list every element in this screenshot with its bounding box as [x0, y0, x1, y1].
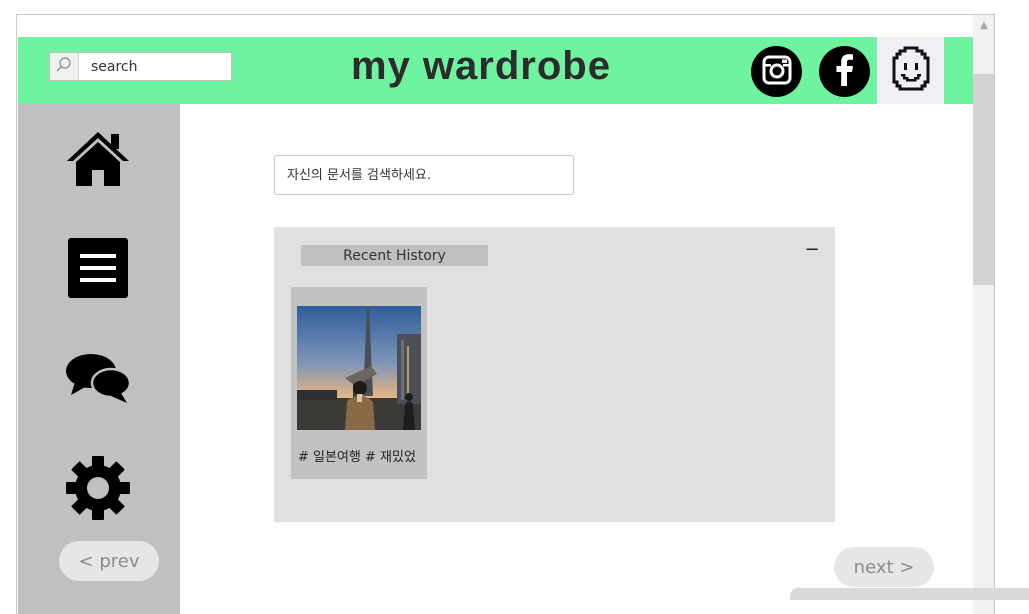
home-icon [65, 128, 131, 192]
browser-window: my wardrobe [16, 14, 995, 614]
search-icon [55, 56, 73, 78]
prev-button[interactable]: < prev [59, 541, 159, 581]
recent-history-panel: Recent History − # 일본여행 # 재밌었 [274, 227, 835, 522]
search-button[interactable] [50, 53, 79, 80]
document-search-input[interactable] [274, 155, 574, 195]
smiley-face-icon [891, 46, 931, 96]
sidebar-item-chat[interactable] [65, 348, 132, 412]
recent-history-title: Recent History [301, 245, 488, 266]
top-header: my wardrobe [18, 37, 974, 104]
facebook-button[interactable] [819, 46, 870, 97]
site-title: my wardrobe [351, 44, 611, 88]
site-search [49, 52, 232, 81]
scroll-thumb[interactable] [973, 74, 994, 285]
gear-icon [65, 455, 131, 525]
next-button[interactable]: next > [834, 547, 934, 587]
sidebar-item-menu[interactable] [66, 238, 130, 302]
sidebar: < prev [18, 104, 180, 614]
instagram-icon [761, 54, 793, 90]
menu-icon [67, 237, 129, 303]
vertical-scrollbar[interactable]: ▲ [973, 15, 994, 614]
user-avatar-button[interactable] [877, 37, 944, 104]
search-input[interactable] [79, 53, 231, 80]
history-card[interactable]: # 일본여행 # 재밌었 [291, 287, 427, 479]
chat-bubbles-icon [65, 351, 132, 409]
card-tags: # 일본여행 # 재밌었 [298, 450, 416, 465]
collapse-button[interactable]: − [804, 239, 820, 260]
sidebar-item-home[interactable] [66, 128, 130, 192]
facebook-icon [829, 52, 861, 92]
scroll-up-arrow-icon[interactable]: ▲ [973, 15, 994, 35]
instagram-button[interactable] [751, 46, 802, 97]
travel-photo [297, 306, 421, 430]
notification-toast [790, 588, 1029, 600]
sidebar-item-settings[interactable] [65, 455, 131, 525]
